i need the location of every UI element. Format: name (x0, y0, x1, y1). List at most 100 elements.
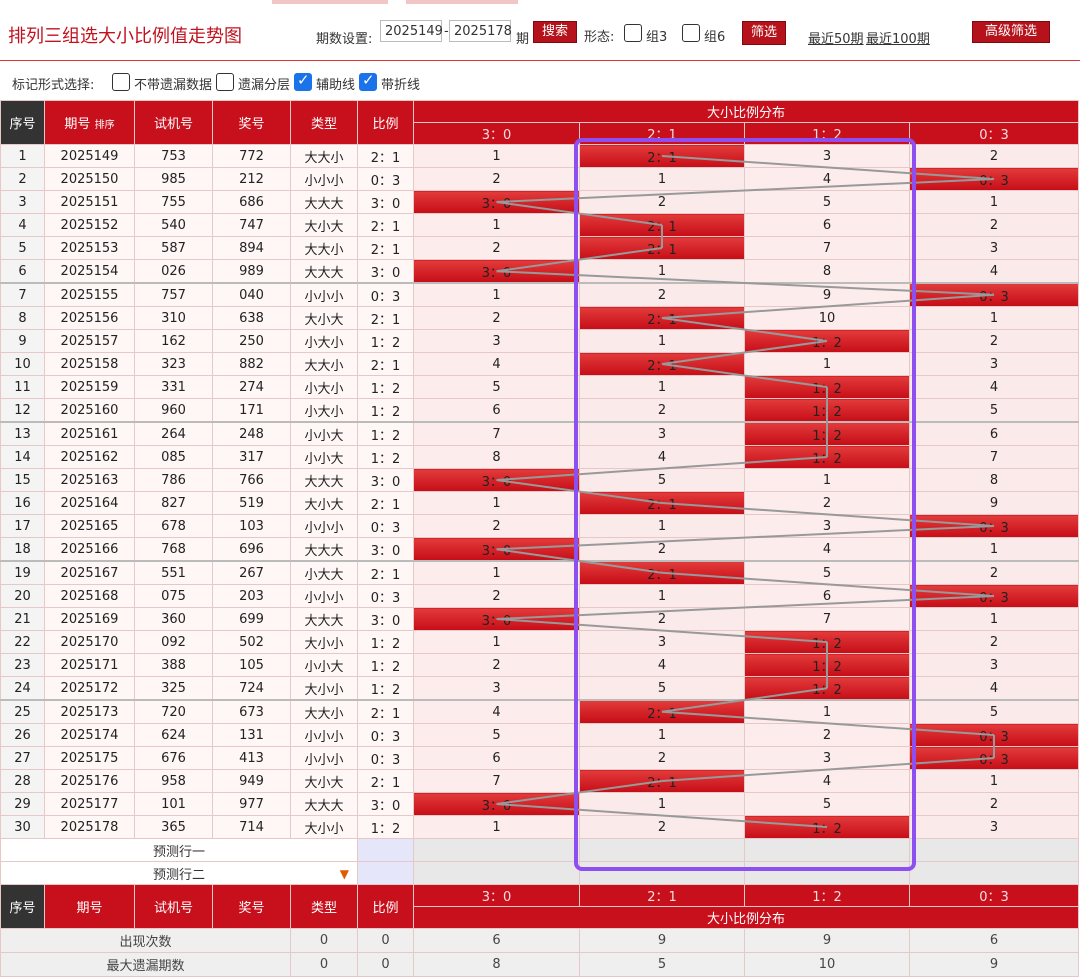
predict-row-2-ratio[interactable] (357, 861, 414, 885)
table-row: 9 2025157 162 250 小大小 1：2 3 1 1：2 2 (0, 329, 1080, 353)
dist-omission-cell: 6 (908, 421, 1080, 446)
aux-line-label: 辅助线 (316, 78, 356, 93)
cell-ratio: 1：2 (357, 398, 414, 423)
advanced-filter-button[interactable]: 高级筛选 (972, 21, 1050, 43)
cell-test: 827 (134, 491, 213, 515)
dist-hit-cell: 1：2 (744, 329, 910, 353)
cell-seq: 7 (0, 282, 45, 307)
dist-omission-cell: 3 (908, 653, 1080, 677)
cell-type: 小小小 (290, 746, 358, 770)
arrow-down-icon[interactable]: ▼ (340, 867, 349, 881)
cell-period: 2025168 (44, 584, 135, 608)
dist-omission-cell: 2 (908, 144, 1080, 168)
dist-hit-cell: 2：1 (579, 491, 745, 515)
col-period[interactable]: 期号 排序 (44, 100, 135, 145)
predict-cell[interactable] (744, 861, 910, 885)
trend-table: 序号 期号 排序 试机号 奖号 类型 比例 大小比例分布 3：0 2：1 1：2… (0, 100, 1080, 977)
cell-period: 2025150 (44, 167, 135, 191)
dist-hit-cell: 2：1 (579, 144, 745, 168)
aux-line-checkbox[interactable] (294, 71, 312, 91)
cell-seq: 1 (0, 144, 45, 168)
cell-ratio: 1：2 (357, 653, 414, 677)
cell-ratio: 1：2 (357, 630, 414, 654)
dist-omission-cell: 4 (413, 352, 580, 376)
table-row: 12 2025160 960 171 小大小 1：2 6 2 1：2 5 (0, 398, 1080, 423)
cell-ratio: 1：2 (357, 676, 414, 701)
dist-omission-cell: 4 (908, 375, 1080, 399)
cell-type: 大大小 (290, 352, 358, 376)
cell-test: 960 (134, 398, 213, 423)
foot-col-seq: 序号 (0, 884, 45, 929)
period-to-input[interactable]: 2025178 (449, 20, 512, 42)
predict-row-1-ratio[interactable] (357, 838, 414, 862)
cell-period: 2025171 (44, 653, 135, 677)
dist-omission-cell: 5 (908, 398, 1080, 423)
dist-omission-cell: 2 (744, 723, 910, 747)
dist-hit-cell: 3：0 (413, 468, 580, 492)
dist-omission-cell: 1 (413, 630, 580, 654)
predict-cell[interactable] (413, 861, 580, 885)
cell-type: 大大大 (290, 468, 358, 492)
sort-control[interactable]: 排序 (95, 120, 115, 131)
cell-award: 696 (212, 537, 291, 562)
cell-test: 323 (134, 352, 213, 376)
group6-checkbox[interactable] (682, 24, 700, 42)
dist-hit-cell: 3：0 (413, 792, 580, 816)
dist-hit-cell: 3：0 (413, 537, 580, 562)
recent100-link[interactable]: 最近100期 (866, 28, 930, 47)
polyline-checkbox[interactable] (359, 71, 377, 91)
table-row: 10 2025158 323 882 大大小 2：1 4 2：1 1 3 (0, 352, 1080, 376)
filter-button[interactable]: 筛选 (742, 21, 786, 45)
cell-type: 小小小 (290, 584, 358, 608)
dist-omission-cell: 1 (413, 560, 580, 585)
dist-omission-cell: 1 (413, 144, 580, 168)
no-omission-checkbox[interactable] (112, 73, 130, 91)
predict-row-2[interactable]: 预测行二 ▼ (0, 861, 358, 885)
cell-type: 小大小 (290, 398, 358, 423)
table-row: 18 2025166 768 696 大大大 3：0 3：0 2 4 1 (0, 537, 1080, 562)
dist-omission-cell: 1 (579, 329, 745, 353)
cell-type: 大大大 (290, 607, 358, 631)
top-tab-2[interactable] (406, 0, 518, 4)
dist-hit-cell: 3：0 (413, 607, 580, 631)
cell-test: 624 (134, 723, 213, 747)
dist-omission-cell: 5 (744, 190, 910, 214)
dist-omission-cell: 5 (744, 560, 910, 585)
dist-omission-cell: 2 (579, 537, 745, 562)
recent50-link[interactable]: 最近50期 (808, 28, 864, 47)
cell-test: 101 (134, 792, 213, 816)
predict-cell[interactable] (579, 861, 745, 885)
cell-ratio: 3：0 (357, 190, 414, 214)
table-row: 11 2025159 331 274 小大小 1：2 5 1 1：2 4 (0, 375, 1080, 399)
omission-layer-checkbox[interactable] (216, 73, 234, 91)
predict-cell[interactable] (413, 838, 580, 862)
cell-award: 519 (212, 491, 291, 515)
cell-ratio: 0：3 (357, 514, 414, 538)
search-button[interactable]: 搜索 (533, 21, 577, 43)
dist-omission-cell: 5 (579, 676, 745, 701)
table-row: 14 2025162 085 317 小小大 1：2 8 4 1：2 7 (0, 445, 1080, 469)
table-row: 17 2025165 678 103 小小小 0：3 2 1 3 0：3 (0, 514, 1080, 538)
predict-cell[interactable] (744, 838, 910, 862)
cell-seq: 12 (0, 398, 45, 423)
period-from-input[interactable]: 2025149 (380, 20, 443, 42)
predict-cell[interactable] (908, 838, 1080, 862)
cell-award: 638 (212, 306, 291, 330)
period-unit: 期 (516, 32, 530, 47)
top-tab-1[interactable] (272, 0, 388, 4)
cell-award: 686 (212, 190, 291, 214)
col-award: 奖号 (212, 100, 291, 145)
dist-omission-cell: 4 (744, 167, 910, 191)
dist-hit-cell: 2：1 (579, 213, 745, 237)
group3-checkbox[interactable] (624, 24, 642, 42)
cell-test: 678 (134, 514, 213, 538)
stat-row: 出现次数 0 0 6 9 9 6 (0, 928, 1080, 953)
predict-row-1[interactable]: 预测行一 (0, 838, 358, 862)
dist-hit-cell: 1：2 (744, 630, 910, 654)
predict-cell[interactable] (908, 861, 1080, 885)
dist-omission-cell: 7 (744, 236, 910, 260)
dist-hit-cell: 0：3 (908, 723, 1080, 747)
predict-cell[interactable] (579, 838, 745, 862)
cell-ratio: 3：0 (357, 607, 414, 631)
dist-omission-cell: 2 (908, 213, 1080, 237)
